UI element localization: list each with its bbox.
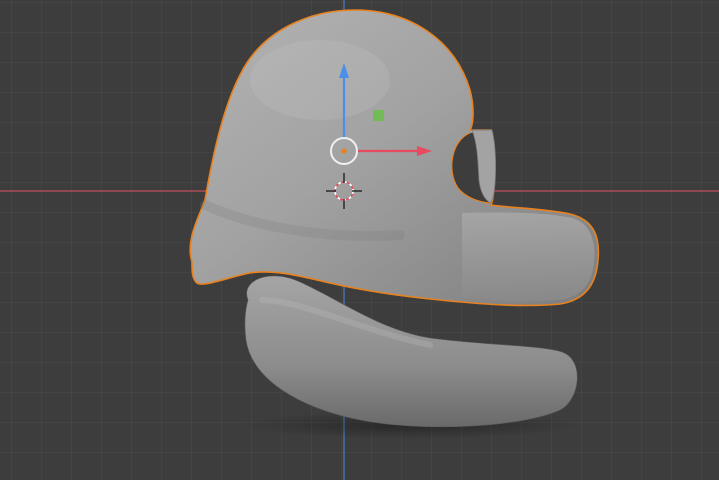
viewport-scene[interactable] [0, 0, 719, 480]
gizmo-xz-plane-handle[interactable] [373, 110, 384, 121]
3d-viewport[interactable] [0, 0, 719, 480]
object-origin-dot [341, 148, 347, 154]
